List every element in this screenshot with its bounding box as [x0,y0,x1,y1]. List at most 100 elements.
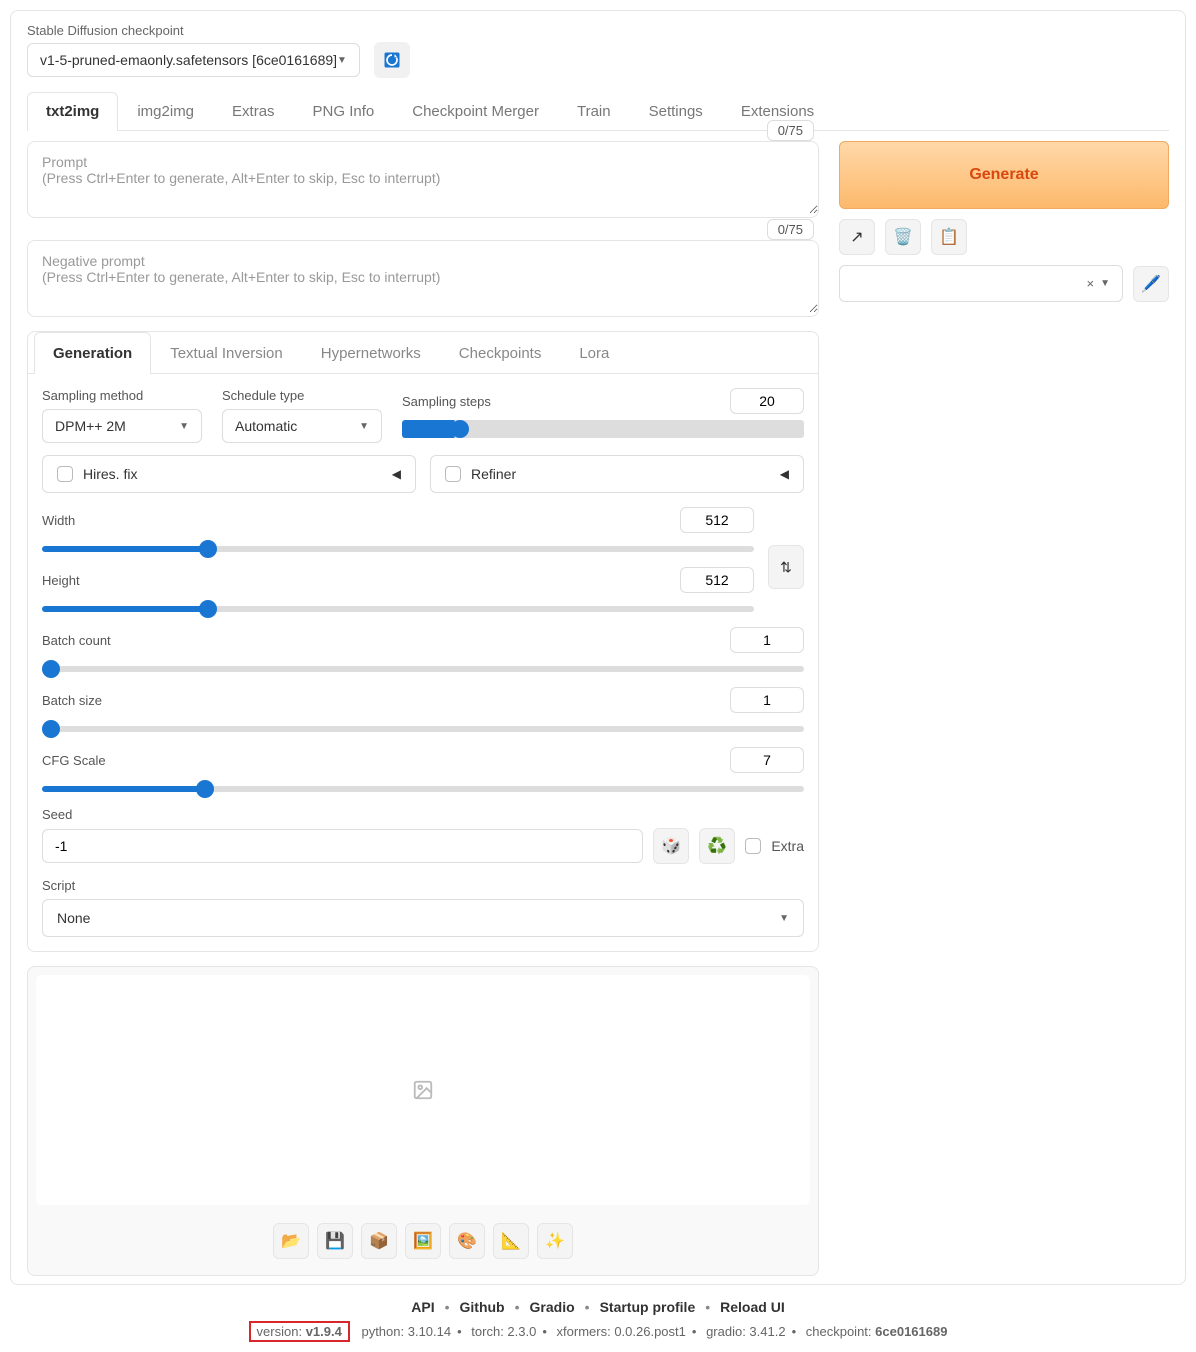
batch-count-label: Batch count [42,633,111,648]
cfg-scale-slider[interactable] [42,786,804,792]
reuse-seed-button[interactable]: ♻️ [699,828,735,864]
schedule-type-label: Schedule type [222,388,382,403]
refiner-checkbox[interactable] [445,466,461,482]
pencil-icon: 🖊️ [1141,274,1161,294]
footer-link-api[interactable]: API [411,1299,434,1315]
send-to-extras-button[interactable]: 📐 [493,1223,529,1259]
tab-img2img[interactable]: img2img [118,92,213,130]
save-button[interactable]: 💾 [317,1223,353,1259]
clear-prompt-button[interactable]: 🗑️ [885,219,921,255]
chevron-down-icon: ▼ [1100,278,1110,289]
hires-fix-checkbox[interactable] [57,466,73,482]
checkpoint-label: Stable Diffusion checkpoint [27,23,1169,38]
prompt-counter: 0/75 [767,120,814,141]
trash-icon: 🗑️ [893,227,913,247]
edit-styles-button[interactable]: 🖊️ [1133,266,1169,302]
sampling-steps-label: Sampling steps [402,394,491,409]
clipboard-icon: 📋 [939,227,959,247]
script-select[interactable]: None ▼ [42,899,804,937]
width-slider[interactable] [42,546,754,552]
checkpoint-meta-label: checkpoint: [806,1324,872,1339]
sampling-method-select[interactable]: DPM++ 2M ▼ [42,409,202,443]
height-input[interactable] [680,567,754,593]
prompt-input[interactable] [28,142,818,214]
width-label: Width [42,513,75,528]
cfg-scale-input[interactable] [730,747,804,773]
folder-icon: 📂 [281,1231,301,1251]
negative-prompt-counter: 0/75 [767,219,814,240]
tab-train[interactable]: Train [558,92,630,130]
xformers-version: xformers: 0.0.26.post1 [557,1324,686,1339]
interrogate-button[interactable]: ↗ [839,219,875,255]
batch-size-label: Batch size [42,693,102,708]
refiner-label: Refiner [471,466,516,482]
recycle-icon: ♻️ [707,836,727,856]
swap-icon: ⇅ [780,559,792,576]
picture-icon: 🖼️ [413,1231,433,1251]
random-seed-button[interactable]: 🎲 [653,828,689,864]
footer-meta: version: v1.9.4 python: 3.10.14• torch: … [10,1321,1186,1342]
subtab-textual-inversion[interactable]: Textual Inversion [151,332,302,374]
upscale-button[interactable]: ✨ [537,1223,573,1259]
batch-size-slider[interactable] [42,726,804,732]
subtab-checkpoints[interactable]: Checkpoints [440,332,561,374]
checkpoint-hash: 6ce0161689 [875,1324,947,1339]
send-to-inpaint-button[interactable]: 🎨 [449,1223,485,1259]
height-label: Height [42,573,80,588]
batch-count-input[interactable] [730,627,804,653]
checkpoint-value: v1-5-pruned-emaonly.safetensors [6ce0161… [40,52,337,68]
seed-label: Seed [42,807,804,822]
sampling-steps-slider[interactable] [402,420,804,438]
footer: API• Github• Gradio• Startup profile• Re… [10,1299,1186,1342]
negative-prompt-box: 0/75 [27,240,819,317]
version-label: version: [257,1324,303,1339]
footer-link-gradio[interactable]: Gradio [530,1299,575,1315]
sampling-steps-input[interactable] [730,388,804,414]
output-image-placeholder [36,975,810,1205]
subtab-lora[interactable]: Lora [560,332,628,374]
seed-input[interactable] [42,829,643,863]
open-folder-button[interactable]: 📂 [273,1223,309,1259]
refresh-icon [382,50,402,70]
refiner-accordion[interactable]: Refiner ◀ [430,455,804,493]
schedule-type-value: Automatic [235,418,297,434]
clear-styles-icon[interactable]: × [1087,276,1095,291]
save-icon: 💾 [325,1231,345,1251]
width-input[interactable] [680,507,754,533]
footer-link-github[interactable]: Github [460,1299,505,1315]
tab-settings[interactable]: Settings [630,92,722,130]
palette-icon: 🎨 [457,1231,477,1251]
subtab-generation[interactable]: Generation [34,332,151,374]
chevron-down-icon: ▼ [779,913,789,924]
seed-extra-label: Extra [771,838,804,854]
checkpoint-select[interactable]: v1-5-pruned-emaonly.safetensors [6ce0161… [27,43,360,77]
subtab-hypernetworks[interactable]: Hypernetworks [302,332,440,374]
script-label: Script [42,878,804,893]
batch-size-input[interactable] [730,687,804,713]
tab-txt2img[interactable]: txt2img [27,92,118,131]
generate-button[interactable]: Generate [839,141,1169,209]
footer-link-startup-profile[interactable]: Startup profile [600,1299,696,1315]
height-slider[interactable] [42,606,754,612]
swap-dimensions-button[interactable]: ⇅ [768,545,804,589]
seed-extra-checkbox[interactable] [745,838,761,854]
negative-prompt-input[interactable] [28,241,818,313]
sampling-method-label: Sampling method [42,388,202,403]
wand-icon: ↗ [850,227,863,247]
collapse-left-icon: ◀ [780,467,789,481]
refresh-checkpoint-button[interactable] [374,42,410,78]
cfg-scale-label: CFG Scale [42,753,106,768]
tab-extras[interactable]: Extras [213,92,294,130]
styles-select[interactable]: × ▼ [839,265,1123,302]
output-panel: 📂 💾 📦 🖼️ 🎨 📐 ✨ [27,966,819,1276]
tab-pnginfo[interactable]: PNG Info [294,92,394,130]
paste-button[interactable]: 📋 [931,219,967,255]
hires-fix-accordion[interactable]: Hires. fix ◀ [42,455,416,493]
footer-link-reload-ui[interactable]: Reload UI [720,1299,785,1315]
zip-button[interactable]: 📦 [361,1223,397,1259]
batch-count-slider[interactable] [42,666,804,672]
tab-checkpoint-merger[interactable]: Checkpoint Merger [393,92,558,130]
schedule-type-select[interactable]: Automatic ▼ [222,409,382,443]
send-to-img2img-button[interactable]: 🖼️ [405,1223,441,1259]
sparkle-icon: ✨ [545,1231,565,1251]
